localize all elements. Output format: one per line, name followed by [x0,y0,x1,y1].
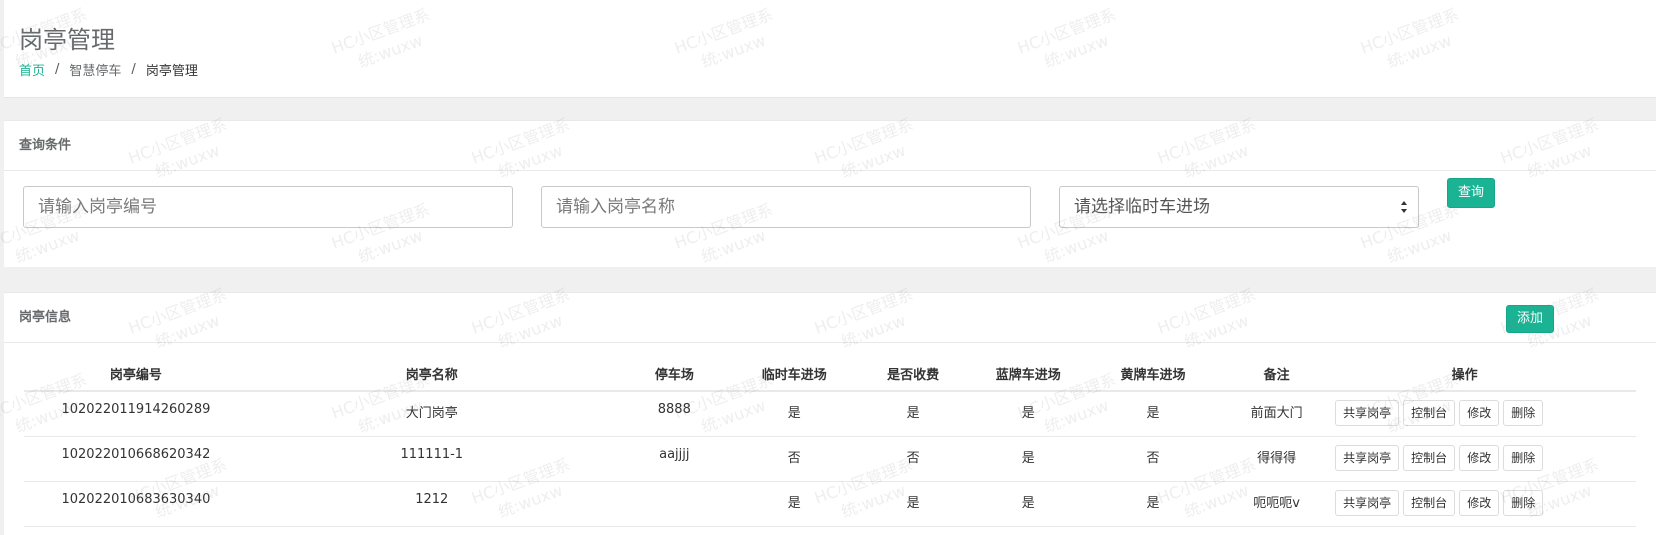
search-button[interactable]: 查询 [1447,178,1495,208]
temp-car-select-value: 请选择临时车进场 [1074,197,1210,217]
cell-parking-lot [615,481,733,527]
breadcrumb-home[interactable]: 首页 [19,60,45,79]
column-header: 是否收费 [855,356,971,392]
column-header: 蓝牌车进场 [970,356,1086,392]
cell-parking-lot: 8888 [615,391,733,437]
cell-booth-id: 102022011914260289 [24,391,248,437]
cell-temp-car: 否 [732,436,856,482]
select-arrows-icon [1401,201,1407,213]
cell-remark: 呃呃呃v [1220,481,1334,527]
booth-info-title: 岗亭信息 [4,293,1656,343]
cell-booth-name: 111111-1 [247,436,616,482]
column-header: 临时车进场 [732,356,856,392]
cell-operations: 共享岗亭 控制台 修改 删除 [1333,391,1636,437]
delete-button[interactable]: 删除 [1503,400,1544,426]
delete-button[interactable]: 删除 [1503,489,1544,516]
column-header: 黄牌车进场 [1085,356,1221,392]
cell-operations: 共享岗亭 控制台 修改 删除 [1333,481,1636,527]
cell-blue-plate: 是 [970,391,1086,437]
column-header: 备注 [1220,356,1334,392]
table-row: 102022011914260289 大门岗亭 8888 是 是 是 是 前面大… [24,391,1636,437]
cell-blue-plate: 是 [970,481,1086,527]
cell-yellow-plate: 是 [1085,481,1221,527]
share-booth-button[interactable]: 共享岗亭 [1335,400,1400,426]
cell-yellow-plate: 是 [1085,391,1221,437]
add-button[interactable]: 添加 [1506,305,1554,333]
edit-button[interactable]: 修改 [1459,400,1500,426]
table-header-row: 岗亭编号 岗亭名称 停车场 临时车进场 是否收费 蓝牌车进场 黄牌车进场 备注 … [24,356,1636,392]
cell-temp-car: 是 [732,481,856,527]
table-row: 102022010683630340 1212 是 是 是 是 呃呃呃v 共享岗… [24,481,1636,527]
cell-remark: 前面大门 [1220,391,1334,437]
cell-blue-plate: 是 [970,436,1086,482]
delete-button[interactable]: 删除 [1503,444,1544,471]
booth-table: 岗亭编号 岗亭名称 停车场 临时车进场 是否收费 蓝牌车进场 黄牌车进场 备注 … [24,356,1636,527]
column-header: 岗亭名称 [247,356,616,392]
booth-id-input[interactable] [23,186,513,228]
cell-charge: 是 [855,391,971,437]
column-header: 停车场 [615,356,733,392]
console-button[interactable]: 控制台 [1403,400,1456,426]
console-button[interactable]: 控制台 [1403,444,1456,471]
cell-yellow-plate: 否 [1085,436,1221,482]
breadcrumb-separator: / [131,62,136,77]
query-panel-title: 查询条件 [4,121,1656,171]
cell-charge: 否 [855,436,971,482]
breadcrumb-smart-parking: 智慧停车 [69,64,122,79]
booth-name-input[interactable] [541,186,1031,228]
query-panel: 查询条件 请选择临时车进场 查询 [4,120,1656,267]
page-title: 岗亭管理 [19,26,115,54]
cell-remark: 得得得 [1220,436,1334,482]
temp-car-select[interactable]: 请选择临时车进场 [1059,186,1419,228]
page-header: 岗亭管理 首页 / 智慧停车 / 岗亭管理 [4,0,1656,98]
breadcrumb: 首页 / 智慧停车 / 岗亭管理 [19,60,198,79]
console-button[interactable]: 控制台 [1403,489,1456,516]
share-booth-button[interactable]: 共享岗亭 [1335,489,1400,516]
breadcrumb-separator: / [55,62,60,77]
column-header: 操作 [1333,356,1636,392]
cell-temp-car: 是 [732,391,856,437]
cell-booth-id: 102022010683630340 [24,481,248,527]
share-booth-button[interactable]: 共享岗亭 [1335,444,1400,471]
edit-button[interactable]: 修改 [1459,489,1500,516]
cell-parking-lot: aajjjj [615,436,733,482]
cell-booth-id: 102022010668620342 [24,436,248,482]
cell-booth-name: 大门岗亭 [247,391,616,437]
column-header: 岗亭编号 [24,356,248,392]
booth-info-panel: 岗亭信息 添加 岗亭编号 岗亭名称 停车场 临时车进场 是否收费 蓝牌车进场 黄… [4,292,1656,535]
cell-operations: 共享岗亭 控制台 修改 删除 [1333,436,1636,482]
edit-button[interactable]: 修改 [1459,444,1500,471]
table-row: 102022010668620342 111111-1 aajjjj 否 否 是… [24,436,1636,482]
cell-booth-name: 1212 [247,481,616,527]
breadcrumb-current: 岗亭管理 [145,64,198,79]
cell-charge: 是 [855,481,971,527]
